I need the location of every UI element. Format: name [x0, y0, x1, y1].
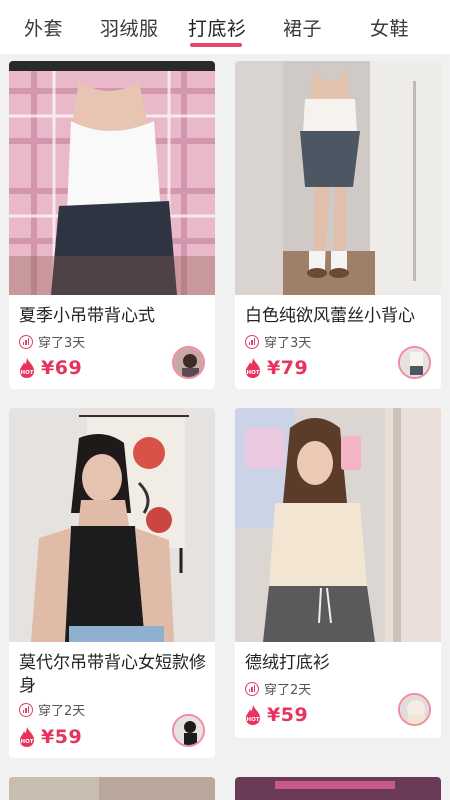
product-title: 夏季小吊带背心式 — [19, 306, 155, 326]
signal-icon — [19, 334, 33, 349]
price-row: HOT ¥69 — [17, 357, 82, 379]
seller-avatar[interactable] — [172, 346, 205, 379]
tab-down-jacket[interactable]: 羽绒服 — [100, 14, 159, 41]
signal-icon — [245, 334, 259, 349]
worn-duration: 穿了3天 — [245, 332, 311, 351]
product-photo[interactable] — [235, 777, 441, 800]
tab-skirts[interactable]: 裙子 — [283, 14, 322, 41]
product-card[interactable]: 莫代尔吊带背心女短款修身 穿了2天 HOT ¥59 — [9, 408, 215, 758]
worn-duration: 穿了2天 — [245, 679, 311, 698]
svg-text:HOT: HOT — [246, 370, 259, 376]
product-price: ¥59 — [41, 726, 83, 748]
worn-duration-text: 穿了2天 — [264, 683, 312, 698]
worn-duration: 穿了3天 — [19, 332, 85, 351]
product-title: 德绒打底衫 — [245, 653, 330, 673]
seller-avatar[interactable] — [172, 714, 205, 747]
product-photo[interactable] — [9, 408, 215, 642]
worn-duration: 穿了2天 — [19, 700, 85, 719]
product-price: ¥79 — [267, 357, 309, 379]
product-photo[interactable] — [9, 777, 215, 800]
seller-avatar[interactable] — [398, 693, 431, 726]
tab-base-layer[interactable]: 打底衫 — [188, 14, 247, 41]
svg-text:HOT: HOT — [246, 717, 259, 723]
product-title: 白色纯欲风蕾丝小背心 — [245, 306, 415, 326]
worn-duration-text: 穿了2天 — [38, 704, 86, 719]
product-card[interactable]: 夏季小吊带背心式 穿了3天 HOT ¥69 — [9, 61, 215, 389]
signal-icon — [19, 702, 33, 717]
worn-duration-text: 穿了3天 — [38, 336, 86, 351]
product-title: 莫代尔吊带背心女短款修身 — [19, 653, 206, 696]
svg-text:HOT: HOT — [20, 739, 33, 745]
category-tab-bar: 外套 羽绒服 打底衫 裙子 女鞋 — [0, 0, 450, 54]
seller-avatar[interactable] — [398, 346, 431, 379]
product-card[interactable]: 白色纯欲风蕾丝小背心 穿了3天 HOT ¥79 — [235, 61, 441, 389]
price-row: HOT ¥59 — [17, 726, 82, 748]
product-photo[interactable] — [9, 61, 215, 295]
product-card[interactable]: 德绒打底衫 穿了2天 HOT ¥59 — [235, 408, 441, 738]
hot-flame-icon: HOT — [20, 358, 34, 378]
hot-flame-icon: HOT — [20, 727, 34, 747]
worn-duration-text: 穿了3天 — [264, 336, 312, 351]
price-row: HOT ¥79 — [243, 357, 308, 379]
product-card[interactable] — [235, 777, 441, 800]
price-row: HOT ¥59 — [243, 704, 308, 726]
product-photo[interactable] — [235, 408, 441, 642]
product-card[interactable] — [9, 777, 215, 800]
tab-womens-shoes[interactable]: 女鞋 — [370, 14, 409, 41]
tab-outerwear[interactable]: 外套 — [24, 14, 63, 41]
hot-flame-icon: HOT — [246, 358, 260, 378]
active-tab-indicator — [190, 43, 242, 47]
signal-icon — [245, 681, 259, 696]
svg-text:HOT: HOT — [20, 370, 33, 376]
hot-flame-icon: HOT — [246, 705, 260, 725]
product-price: ¥59 — [267, 704, 309, 726]
product-price: ¥69 — [41, 357, 83, 379]
product-photo[interactable] — [235, 61, 441, 295]
